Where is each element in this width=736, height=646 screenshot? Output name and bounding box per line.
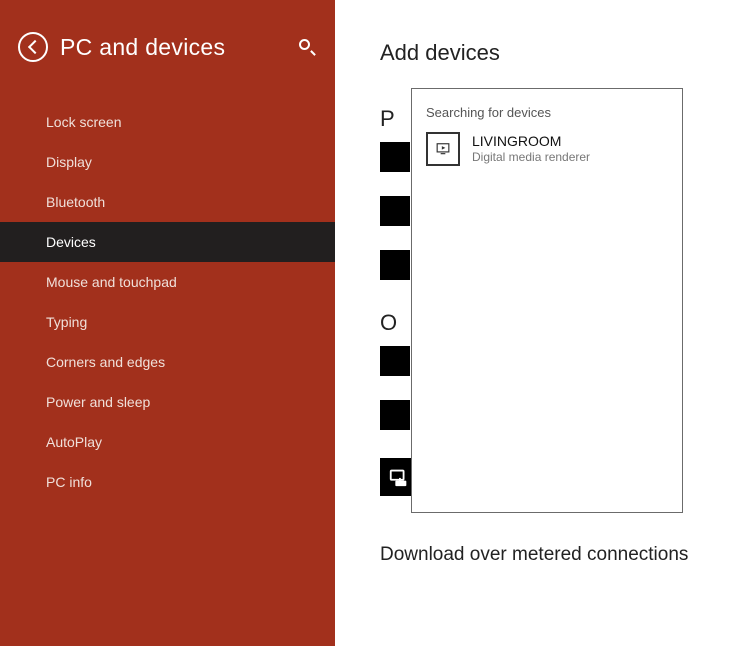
device-tile[interactable] <box>380 196 410 226</box>
flyout-item-subtitle: Digital media renderer <box>472 150 590 164</box>
sidebar-item-autoplay[interactable]: AutoPlay <box>0 422 335 462</box>
device-tile[interactable] <box>380 142 410 172</box>
sidebar-title: PC and devices <box>60 34 299 61</box>
main-pane: Add devices P O Microsoft® Nano Transcei… <box>335 0 736 646</box>
search-icon[interactable] <box>299 39 315 55</box>
sidebar-item-mouse-touchpad[interactable]: Mouse and touchpad <box>0 262 335 302</box>
media-renderer-icon <box>426 132 460 166</box>
device-tile[interactable] <box>380 250 410 280</box>
back-button[interactable] <box>18 32 48 62</box>
flyout-device-item[interactable]: LIVINGROOM Digital media renderer <box>426 132 668 166</box>
sidebar-item-power-sleep[interactable]: Power and sleep <box>0 382 335 422</box>
sidebar-item-bluetooth[interactable]: Bluetooth <box>0 182 335 222</box>
page-title: Add devices <box>380 40 736 66</box>
flyout-item-name: LIVINGROOM <box>472 134 590 149</box>
sidebar-item-display[interactable]: Display <box>0 142 335 182</box>
sidebar-item-lock-screen[interactable]: Lock screen <box>0 102 335 142</box>
sidebar-item-devices[interactable]: Devices <box>0 222 335 262</box>
device-tile[interactable] <box>380 346 410 376</box>
sidebar: PC and devices Lock screen Display Bluet… <box>0 0 335 646</box>
sidebar-item-corners-edges[interactable]: Corners and edges <box>0 342 335 382</box>
sidebar-header: PC and devices <box>0 0 335 92</box>
add-device-flyout: Searching for devices LIVINGROOM Digital… <box>411 88 683 513</box>
sidebar-item-pc-info[interactable]: PC info <box>0 462 335 502</box>
section-download-heading: Download over metered connections <box>380 544 736 566</box>
sidebar-item-typing[interactable]: Typing <box>0 302 335 342</box>
back-arrow-icon <box>27 40 41 54</box>
sidebar-nav: Lock screen Display Bluetooth Devices Mo… <box>0 102 335 502</box>
device-tile[interactable] <box>380 400 410 430</box>
flyout-status-text: Searching for devices <box>426 105 668 120</box>
